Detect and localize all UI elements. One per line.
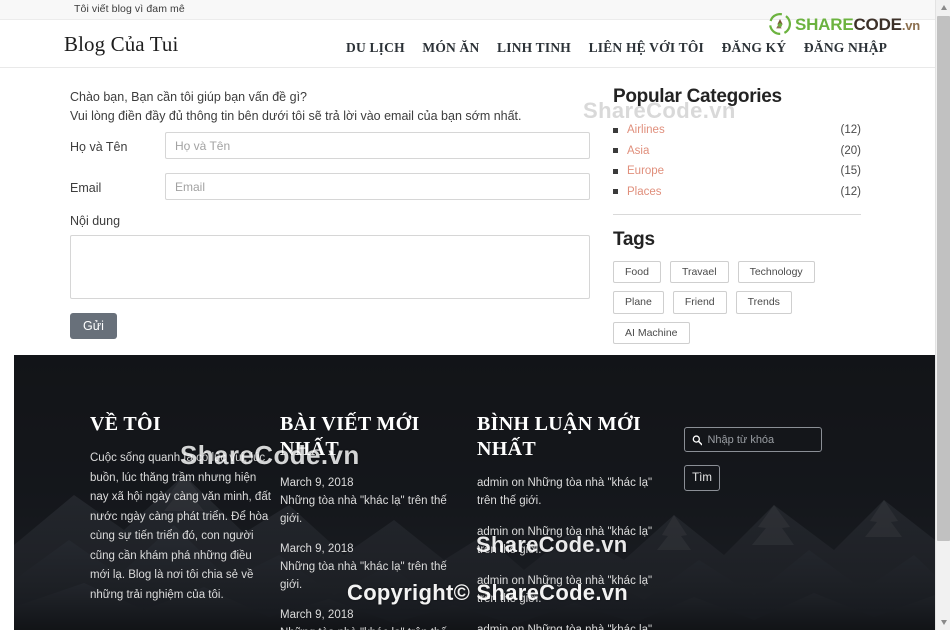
site-tagline: Tôi viết blog vì đam mê <box>74 3 185 15</box>
footer-posts-title: BÀI VIẾT MỚI NHẤT <box>280 413 420 460</box>
footer-post-title[interactable]: Những tòa nhà "khác lạ" trên thế giới. <box>280 624 465 630</box>
tags-title: Tags <box>613 228 655 250</box>
footer-content: VỀ TÔI Cuộc sống quanh ta có lúc vui, lú… <box>14 355 935 630</box>
logo-vn-text: .vn <box>901 17 920 33</box>
tag-item[interactable]: AI Machine <box>613 321 690 344</box>
email-field-label: Email <box>70 181 102 195</box>
category-link[interactable]: Asia <box>627 145 841 157</box>
form-row-message: Nội dung <box>70 214 590 299</box>
footer-comments-title: BÌNH LUẬN MỚI NHẤT <box>477 413 641 460</box>
footer-post-title[interactable]: Những tòa nhà "khác lạ" trên thế giới. <box>280 492 465 528</box>
footer-post-item[interactable]: March 9, 2018 Những tòa nhà "khác lạ" tr… <box>280 474 465 528</box>
footer-post-item[interactable]: March 9, 2018 Những tòa nhà "khác lạ" tr… <box>280 540 465 594</box>
category-item[interactable]: Europe (15) <box>613 165 861 177</box>
form-row-name: Họ và Tên <box>70 132 590 159</box>
site-brand-title[interactable]: Blog Của Tui <box>64 32 178 57</box>
tag-item[interactable]: Travael <box>669 260 729 283</box>
category-item[interactable]: Places (12) <box>613 186 861 198</box>
footer-search-column: Tìm <box>684 427 822 491</box>
category-link[interactable]: Europe <box>627 165 841 177</box>
footer-comment-item[interactable]: admin on Những tòa nhà "khác lạ" trên th… <box>477 572 657 608</box>
search-submit-button[interactable]: Tìm <box>684 465 720 491</box>
sharecode-logo: SHARECODE.vn <box>768 13 920 35</box>
contact-intro-line-1: Chào bạn, Bạn cần tôi giúp bạn vấn đề gì… <box>70 90 307 104</box>
sharecode-recycle-icon <box>768 13 791 35</box>
footer-post-title[interactable]: Những tòa nhà "khác lạ" trên thế giới. <box>280 558 465 594</box>
nav-item-dang-ky[interactable]: ĐĂNG KÝ <box>722 40 787 55</box>
nav-item-mon-an[interactable]: MÓN ĂN <box>422 40 479 55</box>
tag-item[interactable]: Plane <box>613 291 664 314</box>
site-footer: VỀ TÔI Cuộc sống quanh ta có lúc vui, lú… <box>14 355 935 630</box>
contact-intro-line-2: Vui lòng điền đầy đủ thông tin bên dưới … <box>70 109 522 123</box>
nav-item-linh-tinh[interactable]: LINH TINH <box>497 40 571 55</box>
logo-code-text: CODE <box>853 14 902 34</box>
category-link[interactable]: Places <box>627 186 841 198</box>
footer-posts-column: BÀI VIẾT MỚI NHẤT March 9, 2018 Những tò… <box>280 412 465 630</box>
footer-about-column: VỀ TÔI Cuộc sống quanh ta có lúc vui, lú… <box>90 412 273 605</box>
message-field-label: Nội dung <box>70 214 121 228</box>
name-input[interactable] <box>165 132 590 159</box>
contact-form: Họ và Tên Email Nội dung Gửi <box>70 132 590 339</box>
category-link[interactable]: Airlines <box>627 124 841 136</box>
popular-categories-title: Popular Categories <box>613 86 782 107</box>
popular-categories-list: Airlines (12) Asia (20) Europe (15) Plac… <box>613 124 861 198</box>
sidebar: Popular Categories Airlines (12) Asia (2… <box>613 86 861 363</box>
submit-button[interactable]: Gửi <box>70 313 117 339</box>
bullet-square-icon <box>613 168 618 174</box>
sidebar-divider-top <box>613 213 861 215</box>
tag-item[interactable]: Friend <box>672 291 727 314</box>
tags-list: Food Travael Technology Plane Friend Tre… <box>613 260 861 344</box>
category-count: (12) <box>840 124 861 136</box>
footer-about-title: VỀ TÔI <box>90 413 161 435</box>
footer-comment-item[interactable]: admin on Những tòa nhà "khác lạ" trên th… <box>477 621 657 630</box>
footer-post-date: March 9, 2018 <box>280 477 354 489</box>
footer-post-date: March 9, 2018 <box>280 609 354 621</box>
page-root: Tôi viết blog vì đam mê Blog Của Tui DU … <box>0 0 950 630</box>
footer-post-item[interactable]: March 9, 2018 Những tòa nhà "khác lạ" tr… <box>280 606 465 630</box>
category-count: (20) <box>840 144 861 157</box>
category-count: (12) <box>840 185 861 198</box>
search-box[interactable] <box>684 427 822 452</box>
footer-post-date: March 9, 2018 <box>280 543 354 555</box>
nav-item-dang-nhap[interactable]: ĐĂNG NHẬP <box>804 40 887 55</box>
tag-item[interactable]: Food <box>613 260 661 283</box>
footer-comment-item[interactable]: admin on Những tòa nhà "khác lạ" trên th… <box>477 474 657 510</box>
search-input[interactable] <box>707 433 814 446</box>
bullet-square-icon <box>613 189 618 194</box>
footer-about-text: Cuộc sống quanh ta có lúc vui, lúc buồn,… <box>90 452 271 601</box>
footer-comments-column: BÌNH LUẬN MỚI NHẤT admin on Những tòa nh… <box>477 412 657 630</box>
contact-intro: Chào bạn, Bạn cần tôi giúp bạn vấn đề gì… <box>70 88 590 126</box>
bullet-square-icon <box>613 148 618 153</box>
tag-item[interactable]: Technology <box>737 260 815 283</box>
sharecode-logo-text: SHARECODE.vn <box>795 16 920 33</box>
category-item[interactable]: Asia (20) <box>613 145 861 157</box>
vertical-scrollbar[interactable] <box>935 0 950 630</box>
bullet-square-icon <box>613 127 618 133</box>
scroll-down-arrow-icon[interactable] <box>936 615 950 630</box>
message-textarea[interactable] <box>70 235 590 299</box>
scroll-up-arrow-icon[interactable] <box>936 0 950 15</box>
main-navigation: DU LỊCH MÓN ĂN LINH TINH LIÊN HỆ VỚI TÔI… <box>346 40 887 56</box>
tag-item[interactable]: Trends <box>735 291 792 314</box>
email-input[interactable] <box>165 173 590 200</box>
nav-item-lien-he[interactable]: LIÊN HỆ VỚI TÔI <box>589 40 704 55</box>
scrollbar-thumb[interactable] <box>937 16 950 541</box>
footer-comment-item[interactable]: admin on Những tòa nhà "khác lạ" trên th… <box>477 523 657 559</box>
search-icon <box>692 434 703 445</box>
category-item[interactable]: Airlines (12) <box>613 124 861 136</box>
nav-item-du-lich[interactable]: DU LỊCH <box>346 40 405 55</box>
category-count: (15) <box>840 165 861 177</box>
form-row-email: Email <box>70 173 590 200</box>
name-field-label: Họ và Tên <box>70 140 128 154</box>
logo-share-text: SHARE <box>794 14 854 34</box>
